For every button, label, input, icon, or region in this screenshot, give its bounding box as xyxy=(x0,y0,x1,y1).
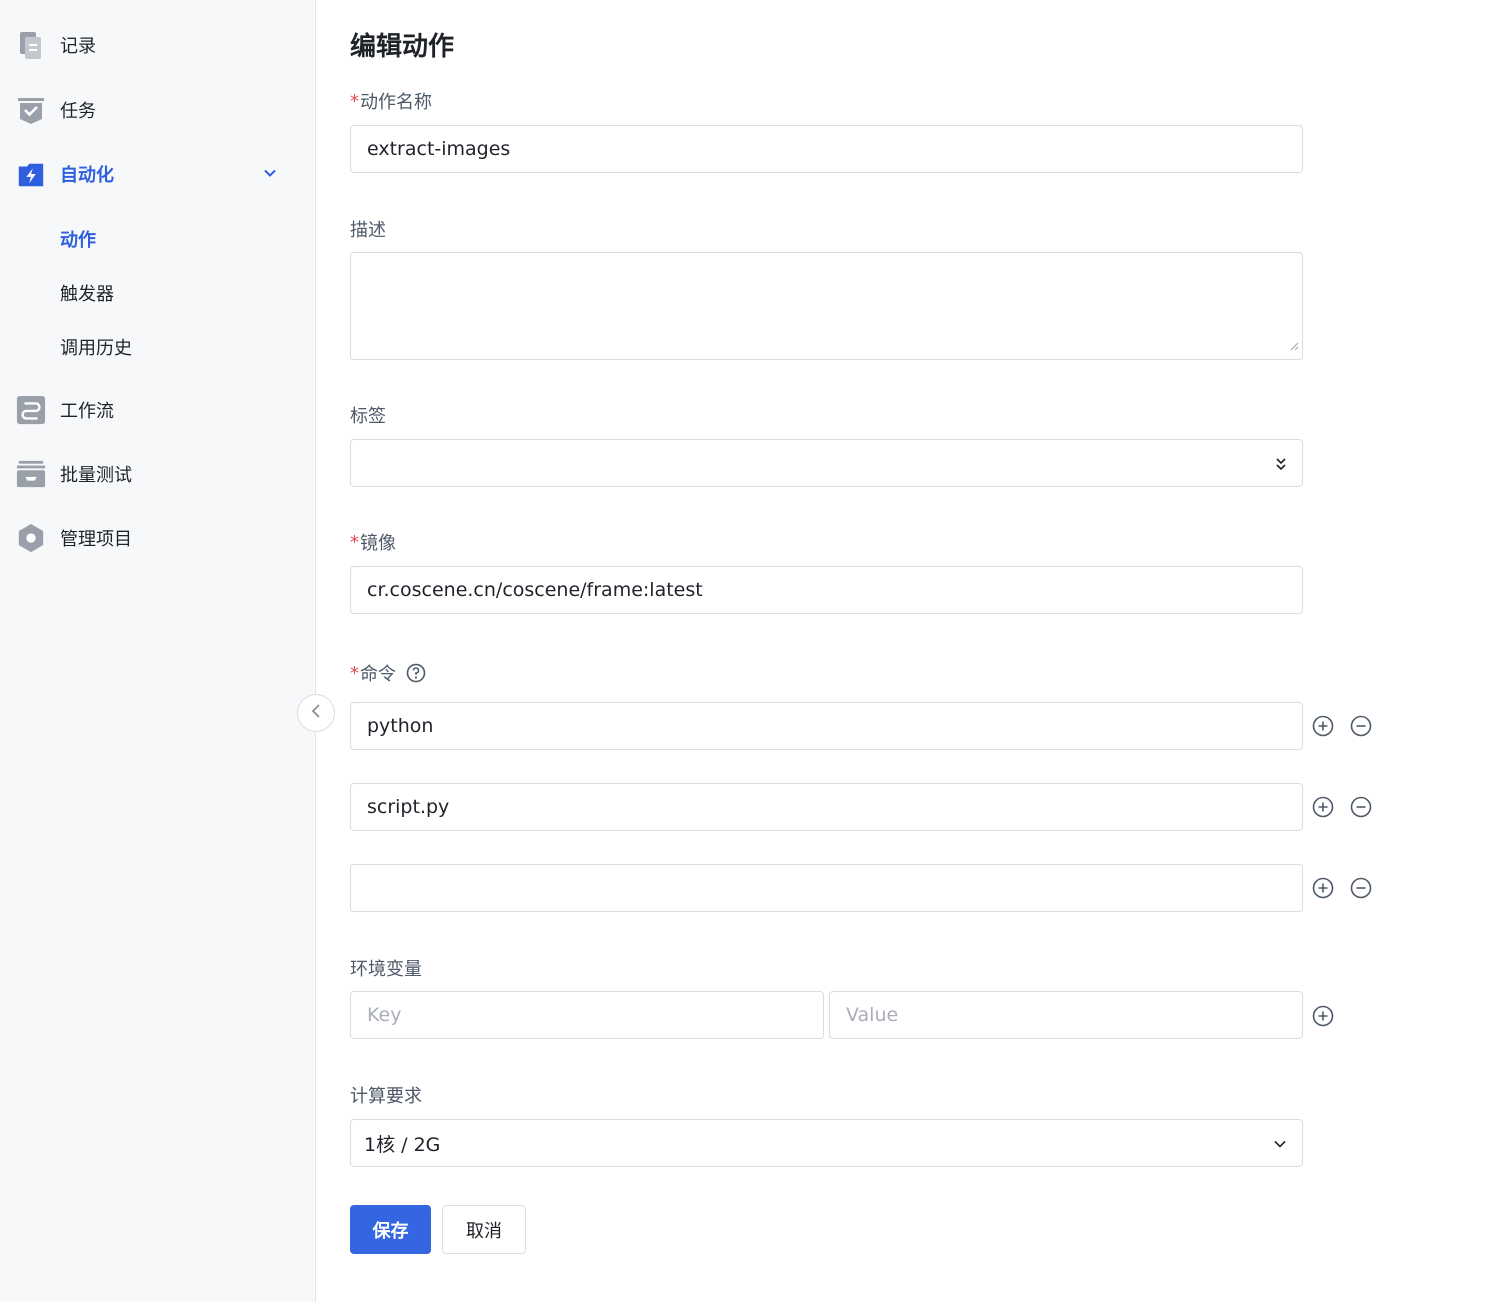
sidebar-subitem-actions[interactable]: 动作 xyxy=(60,226,96,252)
sidebar-item-records[interactable]: 记录 xyxy=(16,25,286,65)
name-label-text: 动作名称 xyxy=(360,92,432,113)
description-textarea[interactable] xyxy=(350,252,1303,360)
manage-project-icon xyxy=(16,523,46,553)
remove-circle-icon[interactable] xyxy=(1350,715,1372,737)
command-input-3[interactable] xyxy=(350,864,1303,912)
sidebar-item-batch-test[interactable]: 批量测试 xyxy=(16,454,286,494)
resize-handle-icon[interactable] xyxy=(1289,334,1299,356)
name-label: * 动作名称 xyxy=(350,88,432,114)
env-label: 环境变量 xyxy=(350,959,422,980)
command-label: * 命令 xyxy=(350,660,426,686)
sidebar-item-workflow[interactable]: 工作流 xyxy=(16,390,286,430)
env-value-input[interactable]: Value xyxy=(829,991,1303,1039)
required-mark: * xyxy=(350,662,359,684)
collapse-sidebar-button[interactable] xyxy=(297,694,335,732)
task-icon xyxy=(16,95,46,125)
name-input[interactable]: extract-images xyxy=(350,125,1303,173)
sidebar-item-label: 任务 xyxy=(60,101,96,122)
add-circle-icon[interactable] xyxy=(1312,715,1334,737)
description-label: 描述 xyxy=(350,220,386,241)
command-label-text: 命令 xyxy=(360,664,396,685)
sidebar-item-label: 工作流 xyxy=(60,401,114,422)
image-input[interactable]: cr.coscene.cn/coscene/frame:latest xyxy=(350,566,1303,614)
cancel-button[interactable]: 取消 xyxy=(442,1205,526,1254)
sidebar-item-manage-project[interactable]: 管理项目 xyxy=(16,518,286,558)
help-icon[interactable] xyxy=(406,663,426,683)
add-circle-icon[interactable] xyxy=(1312,796,1334,818)
command-input-1[interactable]: python xyxy=(350,702,1303,750)
automation-icon xyxy=(16,159,46,189)
page-title: 编辑动作 xyxy=(350,32,455,62)
required-mark: * xyxy=(350,90,359,112)
sidebar: 记录 任务 自动化 动作 触发器 调用历史 工作流 批量测试 管理项目 xyxy=(0,0,316,1302)
records-icon xyxy=(16,30,46,60)
save-button[interactable]: 保存 xyxy=(350,1205,431,1254)
batch-test-icon xyxy=(16,459,46,489)
sidebar-item-tasks[interactable]: 任务 xyxy=(16,90,286,130)
image-label-text: 镜像 xyxy=(360,533,396,554)
chevron-down-icon[interactable] xyxy=(262,165,278,185)
chevron-left-icon xyxy=(309,703,323,723)
required-mark: * xyxy=(350,531,359,553)
add-circle-icon[interactable] xyxy=(1312,877,1334,899)
command-input-2[interactable]: script.py xyxy=(350,783,1303,831)
sidebar-item-label: 批量测试 xyxy=(60,465,132,486)
remove-circle-icon[interactable] xyxy=(1350,877,1372,899)
tags-select[interactable] xyxy=(350,439,1303,487)
sidebar-item-automation[interactable]: 自动化 xyxy=(16,154,286,194)
chevron-down-icon xyxy=(1272,1135,1288,1157)
compute-label: 计算要求 xyxy=(350,1086,422,1107)
add-circle-icon[interactable] xyxy=(1312,1005,1334,1027)
tags-label: 标签 xyxy=(350,406,386,427)
image-label: * 镜像 xyxy=(350,529,396,555)
compute-select[interactable]: 1核 / 2G xyxy=(350,1119,1303,1167)
env-key-input[interactable]: Key xyxy=(350,991,824,1039)
sidebar-subitem-history[interactable]: 调用历史 xyxy=(60,334,132,360)
double-chevron-down-icon xyxy=(1274,455,1288,477)
compute-select-value: 1核 / 2G xyxy=(364,1133,441,1156)
sidebar-subitem-triggers[interactable]: 触发器 xyxy=(60,280,114,306)
sidebar-item-label: 自动化 xyxy=(60,165,114,186)
sidebar-item-label: 管理项目 xyxy=(60,529,132,550)
sidebar-item-label: 记录 xyxy=(60,36,96,57)
workflow-icon xyxy=(16,395,46,425)
remove-circle-icon[interactable] xyxy=(1350,796,1372,818)
